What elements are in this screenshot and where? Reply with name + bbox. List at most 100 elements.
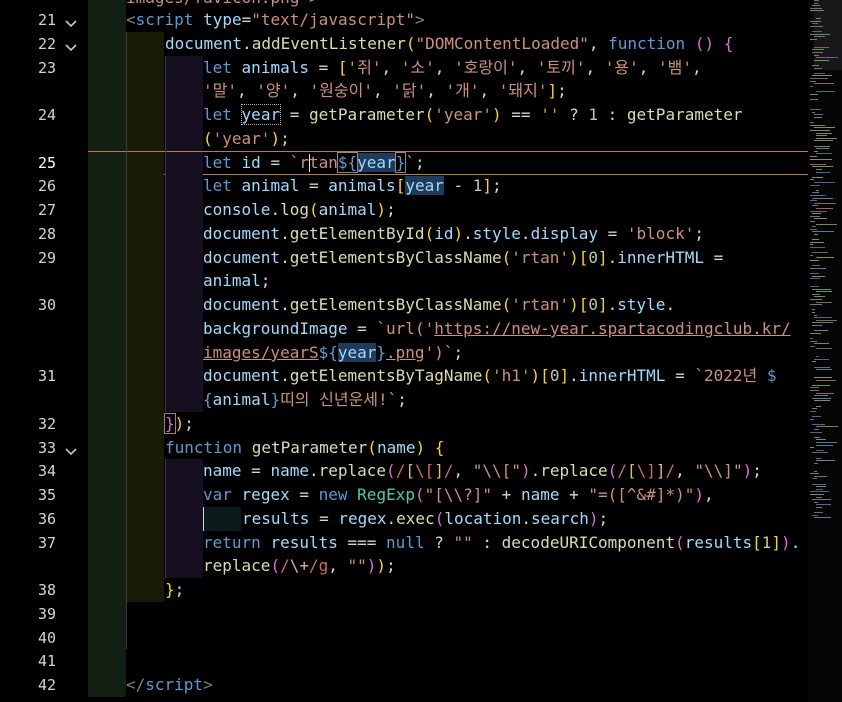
code-token: name: [520, 485, 560, 504]
code-token: '닭': [392, 81, 427, 100]
code-token: =: [347, 319, 377, 338]
code-token: '용': [604, 58, 639, 77]
code-line[interactable]: '말', '양', '원숭이', '닭', '개', '돼지'];: [88, 79, 808, 103]
code-line[interactable]: document.getElementsByClassName('rtan')[…: [88, 293, 808, 317]
code-line[interactable]: });: [88, 412, 808, 436]
chevron-down-icon[interactable]: [64, 442, 80, 456]
code-line[interactable]: backgroundImage = `url('https://new-year…: [88, 317, 808, 341]
code-line[interactable]: function getParameter(name) {: [88, 436, 808, 460]
code-line[interactable]: let id = `rtan${year}`;: [88, 151, 808, 175]
code-token: let: [203, 58, 232, 77]
code-text: });: [164, 413, 194, 434]
line-number-gutter: 21 22 23 24 25 26 27 28 29 30 31 32 33 34 35 36 37 38 39 40…: [0, 0, 88, 702]
indent-block: [165, 198, 203, 222]
code-line[interactable]: document.addEventListener("DOMContentLoa…: [88, 32, 808, 56]
indent-block: [126, 79, 164, 103]
code-line[interactable]: [88, 626, 808, 650]
code-token: replace: [540, 461, 608, 480]
indent-block: [126, 531, 164, 555]
code-token: "": [453, 533, 473, 552]
minimap-line: [816, 450, 824, 451]
minimap-line: [816, 369, 832, 370]
code-token: document: [203, 295, 281, 314]
code-token: ): [366, 556, 377, 575]
code-line[interactable]: </script>: [88, 673, 808, 697]
code-token: =: [308, 58, 338, 77]
code-line[interactable]: document.getElementById(id).style.displa…: [88, 222, 808, 246]
code-token: (: [434, 509, 445, 528]
code-token: (: [203, 129, 213, 148]
code-token: animal: [203, 271, 261, 290]
minimap-line: [814, 203, 836, 204]
code-editor[interactable]: 21 22 23 24 25 26 27 28 29 30 31 32 33 34 35 36 37 38 39 40…: [0, 0, 842, 702]
code-line[interactable]: let year = getParameter('year') == '' ? …: [88, 103, 808, 127]
code-token: name: [376, 438, 416, 457]
code-token: var: [203, 485, 232, 504]
chevron-down-icon[interactable]: [64, 38, 80, 52]
code-line[interactable]: images/yearS${year}.png')`;: [88, 341, 808, 365]
code-area[interactable]: images/favicon.png"><script type="text/j…: [88, 0, 808, 702]
code-line[interactable]: let animals = ['쥐', '소', '호랑이', '토끼', '용…: [88, 56, 808, 80]
minimap-line: [814, 502, 818, 503]
code-line[interactable]: name = name.replace(/[\[]/, "\\[").repla…: [88, 459, 808, 483]
code-line[interactable]: animal;: [88, 269, 808, 293]
code-token: year: [405, 176, 444, 195]
code-token: ): [742, 461, 753, 480]
code-text: document.getElementsByClassName('rtan')[…: [203, 295, 675, 314]
code-text: name = name.replace(/[\[]/, "\\[").repla…: [203, 461, 762, 480]
code-token: ,: [479, 81, 499, 100]
code-token: ,: [692, 58, 702, 77]
minimap-line: [816, 486, 826, 487]
code-line[interactable]: document.getElementsByClassName('rtan')[…: [88, 246, 808, 270]
code-line[interactable]: let animal = animals[year - 1];: [88, 174, 808, 198]
code-line[interactable]: results = regex.exec(location.search);: [88, 507, 808, 531]
indent-block: [165, 79, 203, 103]
minimap-line: [814, 315, 817, 316]
code-line[interactable]: {animal}띠의 신년운세!`;: [88, 388, 808, 412]
code-line[interactable]: };: [88, 578, 808, 602]
indent-block: [88, 531, 126, 555]
minimap-line: [816, 190, 819, 191]
minimap-line: [816, 504, 831, 505]
chevron-down-icon[interactable]: [64, 14, 80, 28]
code-token: "": [347, 556, 367, 575]
code-line[interactable]: <script type="text/javascript">: [88, 8, 808, 32]
minimap-line: [812, 515, 818, 516]
code-text: };: [165, 580, 184, 599]
code-line[interactable]: var regex = new RegExp("[\\?]" + name + …: [88, 483, 808, 507]
code-token: <: [126, 10, 136, 29]
indent-block: [165, 174, 203, 198]
code-token: ]: [434, 461, 444, 480]
code-token: ): [415, 438, 426, 457]
code-token: :: [598, 105, 627, 124]
code-line[interactable]: [88, 602, 808, 626]
code-line[interactable]: console.log(animal);: [88, 198, 808, 222]
indent-block: [88, 152, 126, 174]
minimap-line: [814, 395, 828, 396]
minimap-line: [816, 138, 837, 139]
code-token: getElementsByClassName: [289, 248, 502, 267]
code-token: ': [424, 319, 435, 338]
minimap-line: [812, 252, 828, 253]
minimap-line: [810, 494, 824, 495]
code-token: document: [165, 34, 243, 53]
minimap-line: [816, 135, 827, 136]
indent-block: [165, 152, 203, 174]
code-line[interactable]: document.getElementsByTagName('h1')[0].i…: [88, 364, 808, 388]
code-line[interactable]: ('year');: [88, 127, 808, 151]
code-token: decodeURIComponent: [501, 533, 676, 552]
scrollbar-thumb[interactable]: [814, 0, 842, 70]
code-token: ]: [597, 295, 608, 314]
code-text: replace(/\+/g, ""));: [203, 556, 396, 575]
code-line[interactable]: replace(/\+/g, ""));: [88, 554, 808, 578]
code-token: document: [203, 366, 281, 385]
code-line[interactable]: [88, 649, 808, 673]
minimap[interactable]: [808, 0, 842, 702]
minimap-line: [814, 359, 829, 360]
code-token: ;: [492, 176, 502, 195]
minimap-line: [812, 408, 817, 409]
minimap-line: [810, 447, 814, 448]
code-line[interactable]: return results === null ? "" : decodeURI…: [88, 531, 808, 555]
